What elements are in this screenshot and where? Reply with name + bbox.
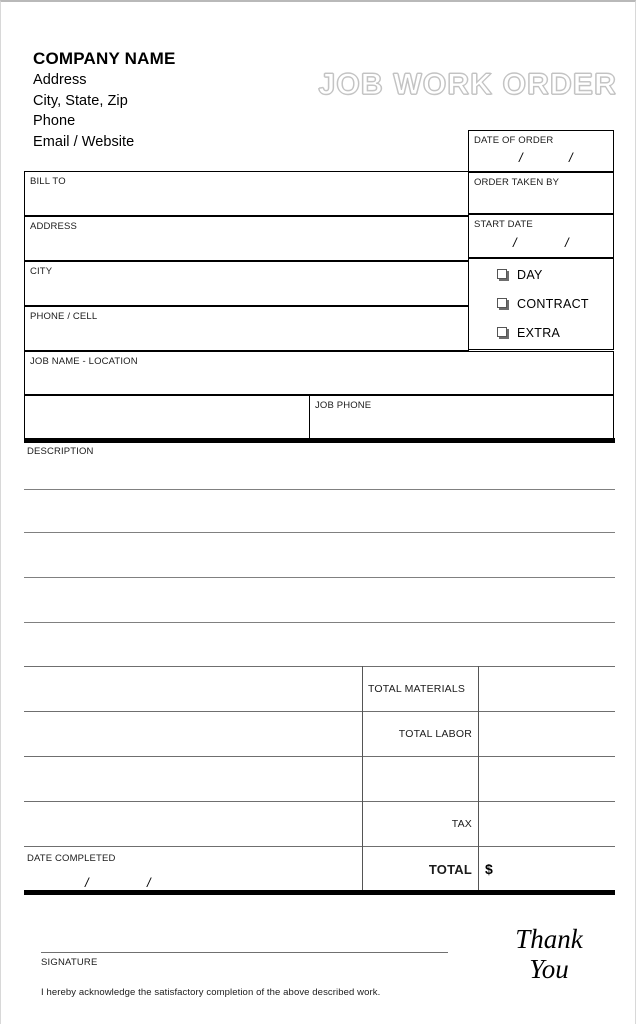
signature-label: SIGNATURE bbox=[41, 957, 98, 968]
total-labor-value[interactable] bbox=[484, 712, 614, 755]
job-type-options-box: DAY CONTRACT EXTRA bbox=[468, 258, 614, 350]
start-date-label: START DATE bbox=[474, 219, 533, 230]
job-phone-label: JOB PHONE bbox=[315, 400, 372, 411]
total-labor-label: TOTAL LABOR bbox=[398, 728, 472, 740]
description-line-4[interactable] bbox=[24, 622, 615, 623]
checkbox-icon[interactable] bbox=[497, 327, 507, 337]
total-currency-symbol: $ bbox=[485, 861, 493, 877]
thank-you-line-2: You bbox=[529, 954, 569, 984]
description-line-1[interactable] bbox=[24, 489, 615, 490]
date-of-order-label: DATE OF ORDER bbox=[474, 135, 554, 146]
work-order-page: COMPANY NAME Address City, State, Zip Ph… bbox=[0, 0, 636, 1024]
date-completed-field[interactable] bbox=[24, 847, 362, 890]
thank-you-message: Thank You bbox=[493, 924, 605, 984]
job-name-location-label: JOB NAME - LOCATION bbox=[30, 356, 138, 367]
checkbox-label-extra: EXTRA bbox=[517, 326, 561, 340]
start-date-slash-2: / bbox=[565, 235, 569, 250]
order-taken-by-field[interactable]: ORDER TAKEN BY bbox=[468, 172, 614, 214]
total-value[interactable] bbox=[498, 847, 614, 890]
company-name: COMPANY NAME bbox=[33, 49, 176, 68]
bill-to-label: BILL TO bbox=[30, 176, 66, 187]
totals-blank-value[interactable] bbox=[484, 757, 614, 800]
page-title: JOB WORK ORDER bbox=[318, 68, 617, 102]
checkbox-option-extra[interactable]: EXTRA bbox=[497, 326, 560, 340]
phone-cell-field[interactable]: PHONE / CELL bbox=[24, 306, 469, 351]
description-line-3[interactable] bbox=[24, 577, 615, 578]
total-materials-label: TOTAL MATERIALS bbox=[368, 683, 466, 695]
checkbox-option-contract[interactable]: CONTRACT bbox=[497, 297, 589, 311]
signature-line[interactable] bbox=[41, 952, 448, 953]
company-city-state-zip: City, State, Zip bbox=[33, 92, 128, 109]
phone-cell-label: PHONE / CELL bbox=[30, 311, 98, 322]
totals-bottom-bar bbox=[24, 890, 615, 895]
header-separator-bar bbox=[24, 438, 615, 443]
address-label: ADDRESS bbox=[30, 221, 77, 232]
company-email-website: Email / Website bbox=[33, 133, 135, 150]
checkbox-icon[interactable] bbox=[497, 269, 507, 279]
description-line-2[interactable] bbox=[24, 532, 615, 533]
order-taken-by-label: ORDER TAKEN BY bbox=[474, 177, 560, 188]
job-phone-field[interactable]: JOB PHONE bbox=[309, 395, 614, 439]
checkbox-label-contract: CONTRACT bbox=[517, 297, 589, 311]
thank-you-line-1: Thank bbox=[515, 924, 583, 954]
city-field[interactable]: CITY bbox=[24, 261, 469, 306]
total-label: TOTAL bbox=[428, 862, 472, 877]
totals-column-divider-left bbox=[362, 666, 363, 891]
date-of-order-field[interactable]: DATE OF ORDER / / bbox=[468, 130, 614, 172]
job-name-continuation-field[interactable] bbox=[24, 395, 310, 439]
tax-label: TAX bbox=[451, 818, 472, 830]
start-date-field[interactable]: START DATE / / bbox=[468, 214, 614, 258]
date-of-order-slash-2: / bbox=[569, 150, 573, 165]
bill-to-field[interactable]: BILL TO bbox=[24, 171, 469, 216]
acknowledgement-text: I hereby acknowledge the satisfactory co… bbox=[41, 987, 381, 998]
company-phone: Phone bbox=[33, 113, 76, 129]
company-address: Address bbox=[33, 72, 87, 88]
date-of-order-slash-1: / bbox=[519, 150, 523, 165]
checkbox-option-day[interactable]: DAY bbox=[497, 268, 543, 282]
description-label: DESCRIPTION bbox=[27, 446, 94, 457]
totals-column-divider-right bbox=[478, 666, 479, 891]
job-name-location-field[interactable]: JOB NAME - LOCATION bbox=[24, 351, 614, 395]
address-field[interactable]: ADDRESS bbox=[24, 216, 469, 261]
tax-value[interactable] bbox=[484, 802, 614, 845]
checkbox-label-day: DAY bbox=[517, 268, 543, 282]
city-label: CITY bbox=[30, 266, 53, 277]
company-info-block: COMPANY NAME Address City, State, Zip Ph… bbox=[33, 48, 176, 152]
start-date-slash-1: / bbox=[513, 235, 517, 250]
page-header: COMPANY NAME Address City, State, Zip Ph… bbox=[1, 2, 635, 150]
checkbox-icon[interactable] bbox=[497, 298, 507, 308]
total-materials-value[interactable] bbox=[484, 667, 614, 710]
